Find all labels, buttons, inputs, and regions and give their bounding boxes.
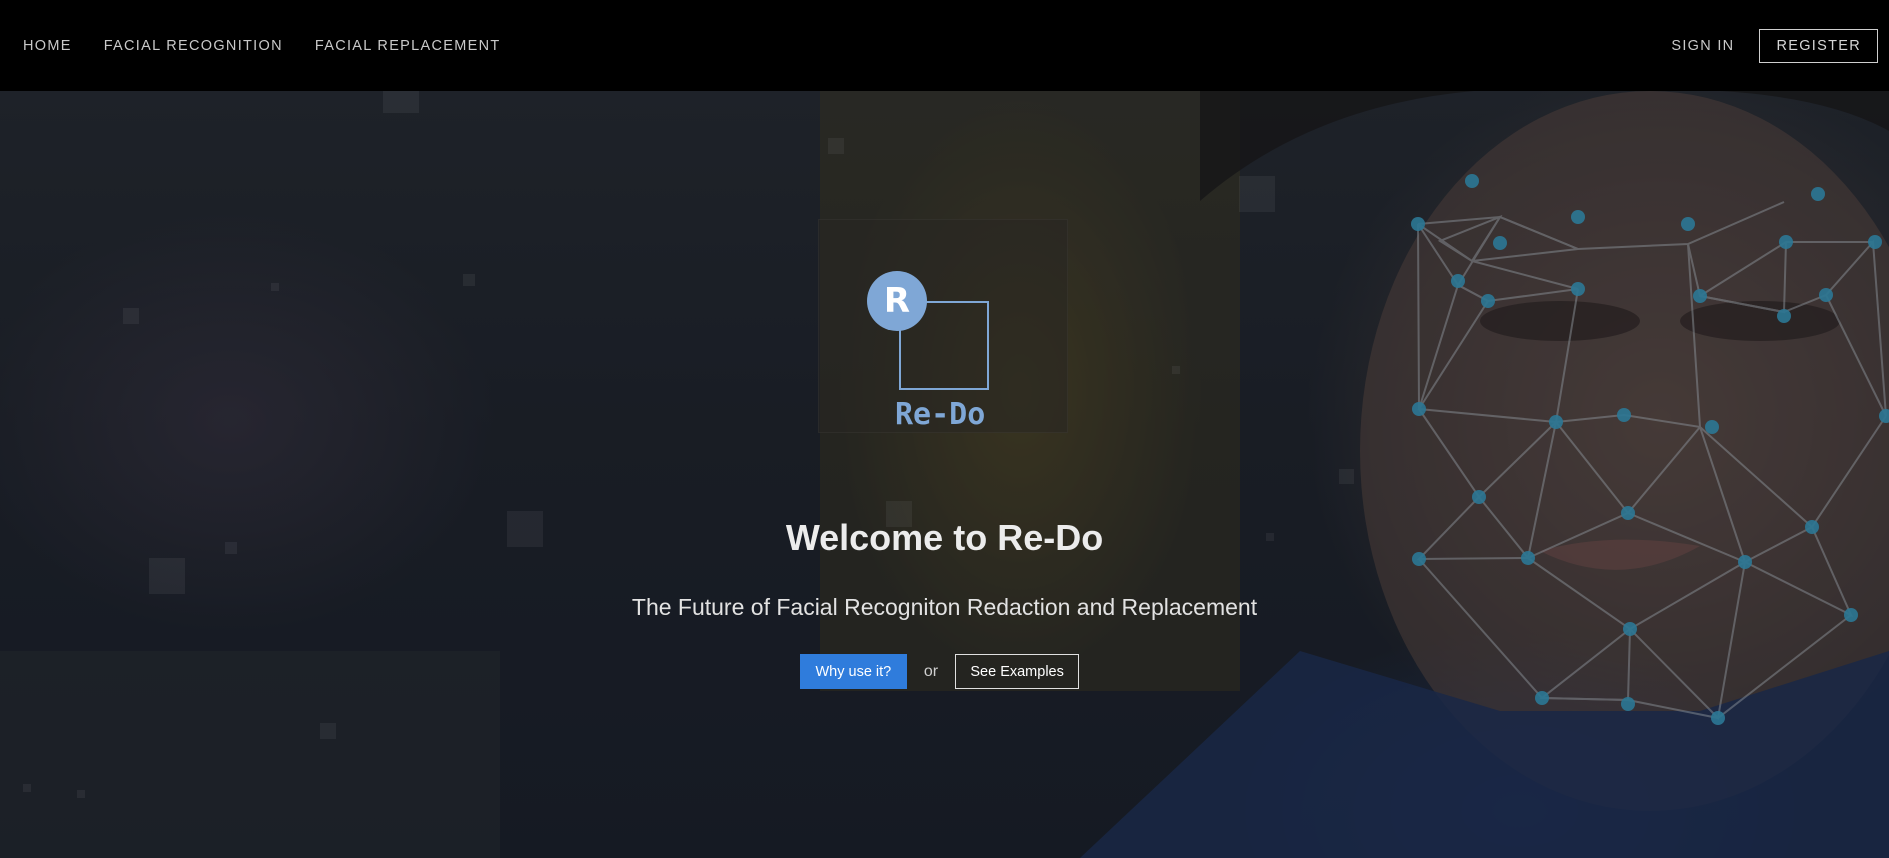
or-separator: or	[923, 662, 939, 680]
nav-facial-recognition-link[interactable]: FACIAL RECOGNITION	[104, 38, 283, 54]
hero-dark-overlay	[0, 91, 1889, 858]
why-use-it-button[interactable]: Why use it?	[799, 654, 907, 689]
top-navbar: HOME FACIAL RECOGNITION FACIAL REPLACEME…	[0, 0, 1889, 91]
hero-cta-row: Why use it? or See Examples	[0, 654, 1889, 689]
register-button[interactable]: REGISTER	[1759, 28, 1878, 63]
nav-right-group: SIGN IN REGISTER	[1671, 28, 1878, 63]
logo-r-badge: R	[867, 271, 927, 331]
re-do-logo: R Re-Do	[818, 219, 1068, 433]
logo-wordmark: Re-Do	[895, 397, 986, 432]
nav-home-link[interactable]: HOME	[23, 38, 72, 54]
sign-in-link[interactable]: SIGN IN	[1671, 38, 1734, 54]
nav-facial-replacement-link[interactable]: FACIAL REPLACEMENT	[315, 38, 501, 54]
hero-section: R Re-Do Welcome to Re-Do The Future of F…	[0, 91, 1889, 858]
hero-subtitle: The Future of Facial Recogniton Redactio…	[631, 594, 1258, 620]
nav-left-group: HOME FACIAL RECOGNITION FACIAL REPLACEME…	[23, 38, 533, 54]
see-examples-button[interactable]: See Examples	[955, 654, 1080, 689]
hero-title: Welcome to Re-Do	[785, 517, 1104, 558]
